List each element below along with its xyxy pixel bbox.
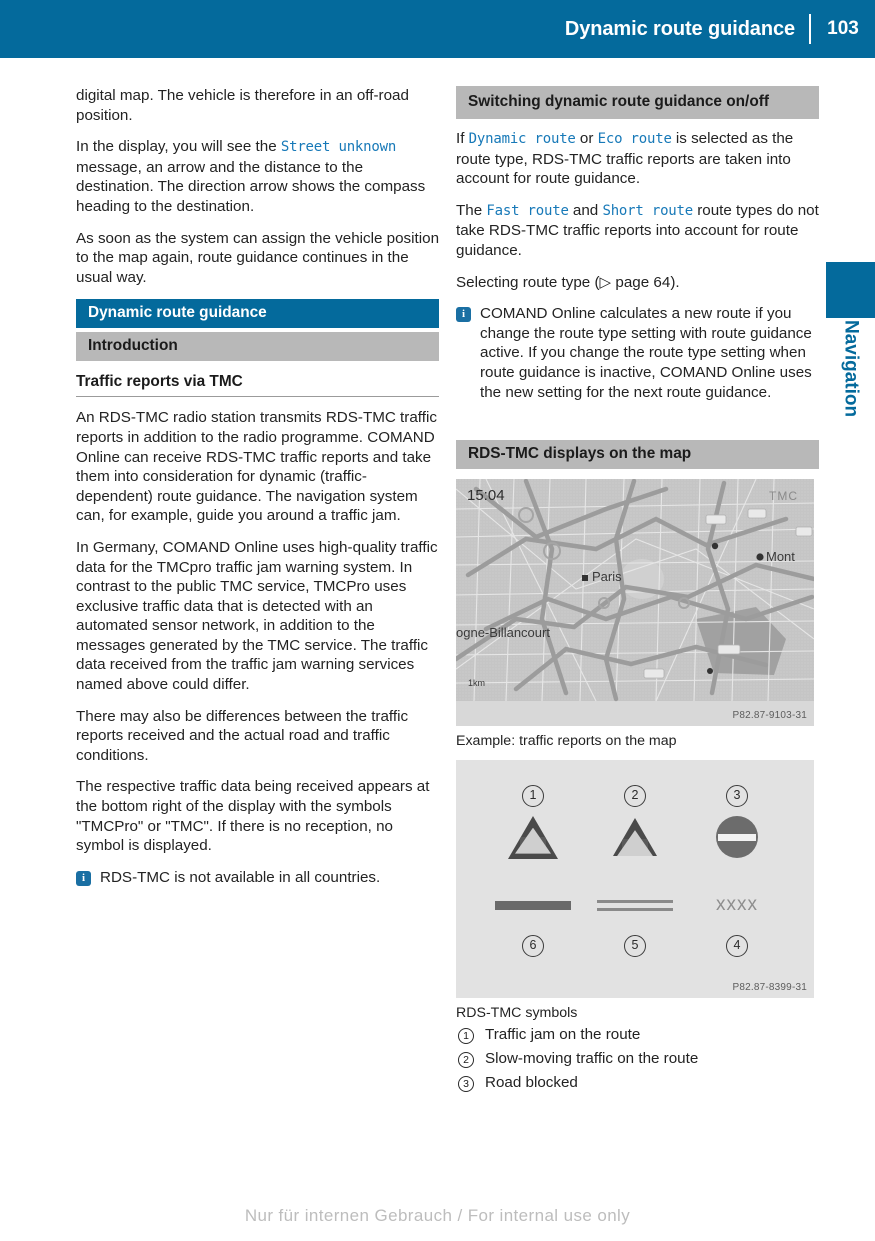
symbol-cell-4: 4 xxxx — [686, 871, 788, 968]
symbol-cell-5: 5 — [584, 871, 686, 968]
info-note-availability: i RDS-TMC is not available in all countr… — [76, 868, 439, 888]
legend-label: Traffic jam on the route — [485, 1026, 641, 1044]
info-note-text: RDS-TMC is not available in all countrie… — [100, 868, 381, 886]
chapter-tab-label: Navigation — [826, 318, 875, 518]
paragraph-fast-short-route: The Fast route and Short route route typ… — [456, 201, 819, 261]
figure-image-code: P82.87-8399-31 — [732, 982, 807, 994]
traffic-jam-icon — [508, 814, 558, 860]
info-icon: i — [456, 307, 471, 323]
subsection-heading-switching-on-off: Switching dynamic route guidance on/off — [456, 86, 819, 119]
ui-string-dynamic-route: Dynamic route — [468, 131, 576, 147]
symbols-graphic: 1 2 3 6 5 4 xxxx P82.87-8399-31 — [456, 760, 814, 999]
callout-1: 1 — [522, 785, 544, 808]
map-label-mont: Mont — [766, 549, 795, 565]
road-blocked-icon — [716, 814, 758, 860]
page-number: 103 — [827, 18, 859, 39]
info-icon: i — [76, 870, 91, 886]
map-scale-bar: 1km — [468, 678, 486, 689]
subsection-heading-introduction: Introduction — [76, 332, 439, 362]
chapter-tab-text: Navigation — [840, 320, 862, 418]
paragraph-offroad: digital map. The vehicle is therefore in… — [76, 87, 409, 124]
ui-string-fast-route: Fast route — [486, 202, 569, 219]
legend-item: 2 Slow-moving traffic on the route — [456, 1049, 819, 1069]
thick-line-icon — [495, 882, 571, 928]
section-heading-dynamic-route-guidance: Dynamic route guidance — [76, 299, 439, 329]
ui-string-street-unknown: Street unknown — [280, 139, 397, 156]
text-b: and — [568, 201, 603, 219]
subsection-heading-rds-tmc-displays: RDS-TMC displays on the map — [456, 440, 819, 470]
cross-reference-selecting-route-type[interactable]: Selecting route type (▷ page 64). — [456, 273, 819, 293]
figure-image-code: P82.87-9103-31 — [732, 710, 807, 722]
legend-item: 3 Road blocked — [456, 1073, 819, 1093]
symbol-cell-1: 1 — [482, 774, 584, 871]
symbol-cell-2: 2 — [584, 774, 686, 871]
map-label-billancourt: ogne-Billancourt — [456, 625, 550, 641]
callout-4: 4 — [726, 935, 748, 958]
callout-6: 6 — [522, 935, 544, 958]
xxxx-label: xxxx — [716, 894, 758, 916]
callout-5: 5 — [624, 935, 646, 958]
legend-title: RDS-TMC symbols — [456, 1005, 578, 1022]
figure-caption-map: Example: traffic reports on the map — [456, 733, 677, 750]
info-note-text: COMAND Online calculates a new route if … — [480, 305, 812, 401]
text-b: or — [575, 130, 598, 147]
slow-traffic-icon — [613, 814, 657, 860]
page-header: Dynamic route guidance 103 — [0, 0, 875, 58]
map-screenshot: 15:04 TMC Paris Mont ogne-Billancourt 1k… — [456, 479, 814, 727]
legend-number: 1 — [458, 1028, 474, 1045]
figure-rds-tmc-symbols: 1 2 3 6 5 4 xxxx P82.87-8399-31 — [456, 760, 819, 999]
symbol-cell-3: 3 — [686, 774, 788, 871]
map-tmc-badge: TMC — [769, 489, 798, 504]
legend-number: 2 — [458, 1052, 474, 1069]
symbol-cell-6: 6 — [482, 871, 584, 968]
figure-map-example: 15:04 TMC Paris Mont ogne-Billancourt 1k… — [456, 479, 819, 749]
footer-watermark: Nur für internen Gebrauch / For internal… — [244, 1206, 631, 1225]
left-column: digital map. The vehicle is therefore in… — [76, 86, 439, 899]
callout-2: 2 — [624, 785, 646, 808]
legend-label: Slow-moving traffic on the route — [485, 1050, 699, 1068]
map-label-paris: Paris — [592, 569, 622, 585]
legend-label: Road blocked — [485, 1074, 578, 1092]
paragraph-symbols-display: The respective traffic data being receiv… — [76, 778, 430, 855]
map-clock: 15:04 — [467, 487, 505, 505]
info-note-recalculation: i COMAND Online calculates a new route i… — [456, 304, 819, 402]
text-a: If — [456, 130, 469, 147]
map-graphic — [456, 479, 814, 727]
paragraph-reassign: As soon as the system can assign the veh… — [76, 229, 440, 286]
callout-3: 3 — [726, 785, 748, 808]
chapter-tab-marker — [826, 262, 875, 318]
page-title: Dynamic route guidance — [564, 17, 795, 40]
legend-item: 1 Traffic jam on the route — [456, 1025, 819, 1045]
paragraph-differences: There may also be differences between th… — [76, 707, 409, 764]
text-post: message, an arrow and the distance to th… — [76, 158, 426, 215]
paragraph-rds-tmc-station: An RDS-TMC radio station transmits RDS-T… — [76, 409, 437, 525]
xxxx-pattern-icon: xxxx — [716, 882, 758, 928]
ui-string-eco-route: Eco route — [597, 131, 672, 147]
heading-traffic-reports-via-tmc: Traffic reports via TMC — [76, 371, 439, 398]
text-a: The — [456, 201, 487, 219]
text-pre: In the display, you will see the — [76, 138, 281, 156]
paragraph-street-unknown: In the display, you will see the Street … — [76, 137, 439, 216]
double-line-icon — [597, 882, 673, 928]
legend-number: 3 — [458, 1076, 474, 1093]
ui-string-short-route: Short route — [602, 202, 693, 219]
paragraph-dynamic-eco-route: If Dynamic route or Eco route is selecte… — [456, 129, 819, 189]
paragraph-germany-tmcpro: In Germany, COMAND Online uses high-qual… — [76, 538, 438, 694]
right-column: Switching dynamic route guidance on/off … — [456, 86, 819, 1097]
